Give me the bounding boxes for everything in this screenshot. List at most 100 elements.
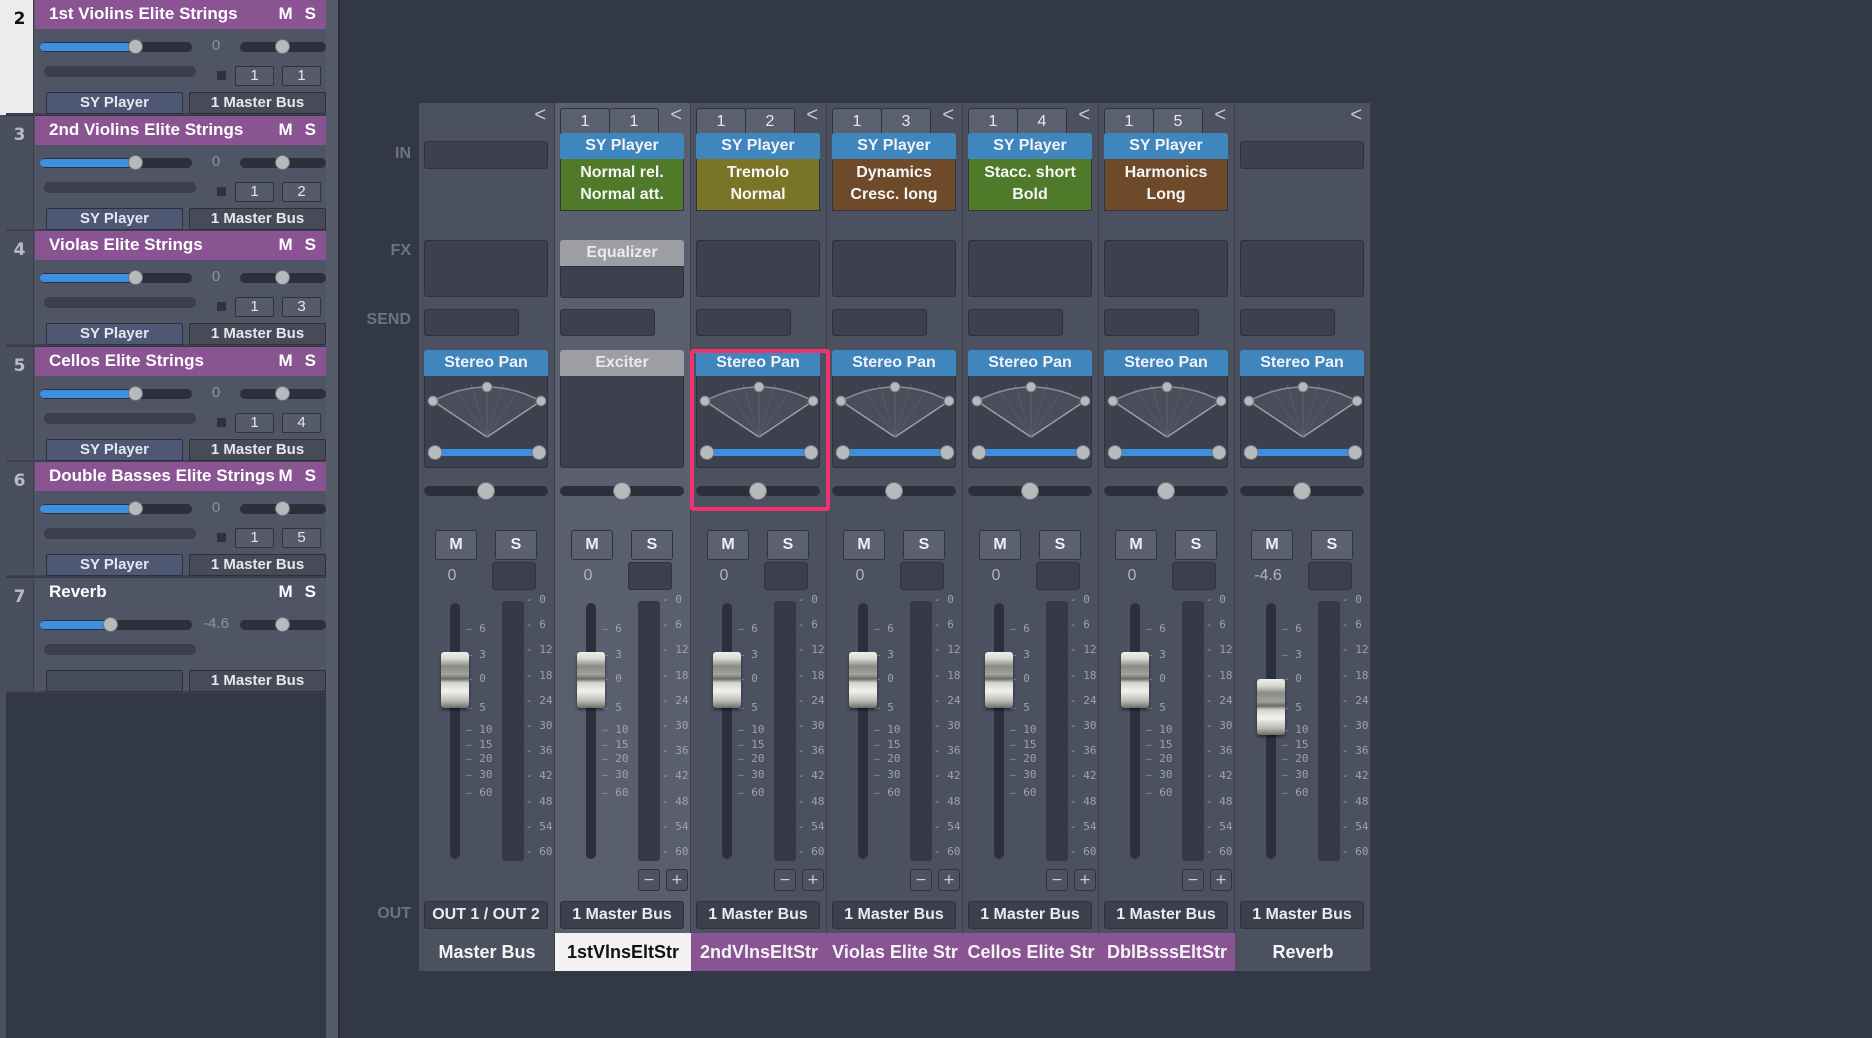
fx-slot[interactable] (1104, 240, 1228, 297)
track-header[interactable]: Violas Elite Strings M S (35, 231, 326, 261)
input-slot[interactable] (424, 141, 548, 169)
solo-button[interactable]: S (1039, 530, 1081, 560)
plugin-panel[interactable]: Exciter (560, 350, 684, 468)
remove-slot-button[interactable]: − (910, 869, 932, 891)
track-output-button[interactable]: 1 Master Bus (189, 670, 326, 692)
pan-plugin-button[interactable]: Stereo Pan (424, 350, 548, 376)
track-volume-knob[interactable] (127, 39, 143, 54)
peak-indicator[interactable] (492, 562, 536, 590)
collapse-strip-button[interactable]: < (670, 104, 682, 127)
strip-name[interactable]: Reverb (1235, 933, 1371, 971)
track-instrument-button[interactable]: SY Player (46, 438, 183, 461)
track-volume-slider[interactable] (40, 270, 192, 286)
pan-plugin-button[interactable]: Exciter (560, 350, 684, 376)
track-name[interactable]: 2nd Violins Elite Strings (49, 120, 243, 140)
track-solo-button[interactable]: S (305, 4, 316, 23)
remove-slot-button[interactable]: − (1182, 869, 1204, 891)
volume-fader-track[interactable] (586, 603, 596, 859)
pan-slider[interactable] (424, 482, 548, 500)
send-slot[interactable] (696, 309, 791, 336)
strip-name[interactable]: 1stVlnsEltStr (555, 933, 691, 971)
midi-port-box[interactable]: 1 (696, 108, 746, 135)
track-instrument-button[interactable]: SY Player (46, 554, 183, 577)
track-name[interactable]: Double Basses Elite Strings (49, 466, 275, 486)
volume-fader-track[interactable] (450, 603, 460, 859)
midi-channel-box[interactable]: 3 (282, 297, 321, 318)
track-header[interactable]: Cellos Elite Strings M S (35, 346, 326, 376)
track-mute-button[interactable]: M (278, 120, 292, 139)
fx-slot[interactable] (832, 240, 956, 297)
remove-slot-button[interactable]: − (638, 869, 660, 891)
solo-button[interactable]: S (631, 530, 673, 560)
output-routing-button[interactable]: 1 Master Bus (1240, 901, 1364, 929)
track-volume-knob[interactable] (127, 501, 143, 517)
track-instrument-button[interactable]: SY Player (46, 92, 183, 114)
track-instrument-button[interactable]: SY Player (46, 323, 183, 346)
track-name[interactable]: Reverb (49, 582, 107, 602)
mute-button[interactable]: M (1251, 530, 1293, 560)
peak-indicator[interactable] (764, 562, 808, 590)
send-slot[interactable] (1240, 309, 1335, 336)
track-solo-button[interactable]: S (305, 582, 316, 601)
mute-button[interactable]: M (435, 530, 477, 560)
track-pan-knob[interactable] (275, 270, 290, 286)
midi-channel-box[interactable]: 4 (282, 412, 321, 433)
stereo-width-graph[interactable] (1105, 377, 1229, 467)
peak-indicator[interactable] (1172, 562, 1216, 590)
track-output-button[interactable]: 1 Master Bus (189, 438, 326, 461)
track-list-scrollbar[interactable] (326, 0, 340, 1038)
collapse-strip-button[interactable]: < (1350, 104, 1362, 127)
track-row[interactable]: 6 Double Basses Elite Strings M S 0 1 5 SY Play… (6, 462, 326, 578)
send-slot[interactable] (560, 309, 655, 336)
track-name[interactable]: Cellos Elite Strings (49, 351, 204, 371)
track-volume-slider[interactable] (40, 617, 192, 632)
add-slot-button[interactable]: + (938, 869, 960, 891)
track-header[interactable]: 1st Violins Elite Strings M S (35, 0, 326, 29)
track-volume-knob[interactable] (103, 617, 119, 632)
pan-knob[interactable] (613, 482, 631, 500)
volume-fader-handle[interactable] (1257, 678, 1285, 735)
track-solo-button[interactable]: S (305, 120, 316, 139)
track-mute-button[interactable]: M (278, 351, 292, 370)
midi-port-box[interactable]: 1 (560, 108, 610, 135)
midi-port-box[interactable]: 1 (235, 528, 274, 549)
midi-channel-box[interactable]: 5 (1153, 108, 1203, 135)
articulation-display[interactable]: Tremolo Normal (696, 159, 820, 211)
stereo-pan-panel[interactable]: Stereo Pan (1104, 350, 1228, 468)
track-row[interactable]: 4 Violas Elite Strings M S 0 1 3 SY Player 1 Mas… (6, 231, 326, 347)
track-volume-knob[interactable] (127, 270, 143, 286)
track-name[interactable]: Violas Elite Strings (49, 235, 203, 255)
stereo-pan-panel[interactable]: Stereo Pan (1240, 350, 1364, 468)
send-slot[interactable] (1104, 309, 1199, 336)
track-pan-slider[interactable] (240, 270, 326, 286)
track-row[interactable]: 2 1st Violins Elite Strings M S 0 1 1 SY Player… (6, 0, 326, 115)
strip-name[interactable]: Violas Elite Str (827, 933, 963, 971)
track-volume-knob[interactable] (127, 154, 143, 170)
collapse-strip-button[interactable]: < (1078, 104, 1090, 127)
stereo-pan-panel[interactable]: Stereo Pan (424, 350, 548, 468)
track-mute-button[interactable]: M (278, 235, 292, 254)
add-slot-button[interactable]: + (666, 869, 688, 891)
articulation-display[interactable]: Stacc. short Bold (968, 159, 1092, 211)
pan-knob[interactable] (885, 482, 903, 500)
output-routing-button[interactable]: 1 Master Bus (560, 901, 684, 929)
add-slot-button[interactable]: + (802, 869, 824, 891)
stereo-width-graph[interactable] (969, 377, 1093, 467)
articulation-display[interactable]: Normal rel. Normal att. (560, 159, 684, 211)
track-pan-slider[interactable] (240, 385, 326, 401)
pan-plugin-button[interactable]: Stereo Pan (1104, 350, 1228, 376)
pan-plugin-button[interactable]: Stereo Pan (968, 350, 1092, 376)
midi-port-box[interactable]: 1 (235, 66, 274, 86)
volume-fader-track[interactable] (994, 603, 1004, 859)
track-pan-knob[interactable] (275, 501, 290, 517)
solo-button[interactable]: S (767, 530, 809, 560)
track-mute-button[interactable]: M (278, 582, 292, 601)
volume-fader-handle[interactable] (849, 652, 877, 708)
send-slot[interactable] (832, 309, 927, 336)
midi-port-box[interactable]: 1 (235, 181, 274, 202)
track-solo-button[interactable]: S (305, 235, 316, 254)
volume-fader-handle[interactable] (985, 652, 1013, 708)
midi-channel-box[interactable]: 1 (282, 66, 321, 86)
pan-knob[interactable] (1021, 482, 1039, 500)
track-volume-slider[interactable] (40, 154, 192, 170)
